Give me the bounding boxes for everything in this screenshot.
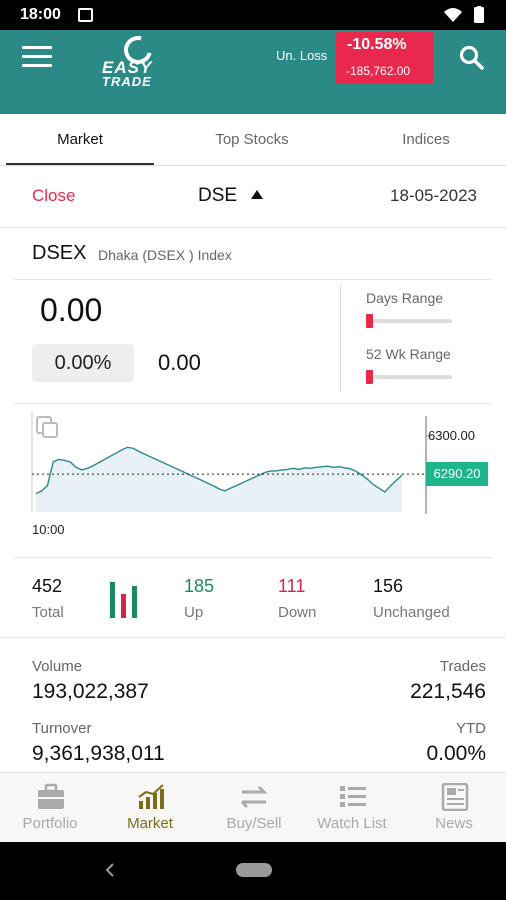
market-date: 18-05-2023: [390, 186, 477, 205]
divider: [340, 286, 341, 392]
nav-news-label: News: [435, 815, 473, 832]
tab-market[interactable]: Market: [6, 114, 154, 166]
market-status-row: Close DSE 18-05-2023: [0, 166, 506, 228]
exchange-selector[interactable]: DSE: [198, 185, 264, 207]
days-range-track: [368, 319, 452, 323]
down-count: 111: [278, 576, 306, 596]
days-range-label: Days Range: [366, 290, 444, 306]
down-label: Down: [278, 604, 317, 621]
logo-text-bottom: TRADE: [102, 74, 152, 89]
unrealized-loss-label: Un. Loss: [276, 48, 328, 63]
ytd-value: 0.00%: [426, 742, 486, 765]
index-value-panel: 0.00 0.00% 0.00 Days Range 52 Wk Range: [14, 280, 492, 404]
volume-value: 193,022,387: [32, 680, 149, 703]
system-navigation-bar: [0, 842, 506, 900]
newspaper-icon: [441, 783, 469, 811]
intraday-chart: [31, 412, 432, 514]
turnover-value: 9,361,938,011: [32, 742, 165, 765]
volume-label: Volume: [32, 658, 83, 675]
up-count: 185: [184, 576, 215, 596]
trades-value: 221,546: [410, 680, 486, 703]
nav-portfolio-label: Portfolio: [22, 815, 78, 832]
back-icon[interactable]: [100, 859, 120, 881]
status-time: 18:00: [20, 6, 61, 23]
chart-area-fill: [36, 447, 402, 512]
easy-trade-logo: EASY TRADE: [100, 30, 176, 90]
app-bar: EASY TRADE Un. Loss -10.58% -185,762.00: [0, 30, 506, 114]
turnover-label: Turnover: [32, 720, 92, 737]
unrealized-loss-amount: -185,762.00: [346, 64, 411, 78]
nav-portfolio[interactable]: Portfolio: [0, 773, 100, 843]
total-count: 452: [32, 576, 63, 596]
market-status: Close: [32, 186, 76, 205]
start-time-label: 10:00: [32, 522, 65, 537]
unrealized-loss-badge[interactable]: -10.58% -185,762.00: [336, 32, 434, 84]
trades-label: Trades: [439, 658, 486, 675]
caret-up-icon: [251, 190, 264, 199]
nav-watch-list[interactable]: Watch List: [302, 773, 402, 843]
candlestick-icon: [110, 582, 137, 618]
52wk-range-track: [368, 375, 452, 379]
advance-decline-row: 452 Total 185 Up 111 Down 156 Unchanged: [0, 558, 506, 638]
nav-buy-sell[interactable]: Buy/Sell: [204, 773, 304, 843]
index-header: DSEX Dhaka (DSEX ) Index: [14, 228, 492, 280]
index-value: 0.00: [40, 292, 103, 328]
index-change-percent: 0.00%: [32, 344, 134, 382]
wifi-battery-icon: [444, 6, 484, 23]
volume-panel: Volume 193,022,387 Trades 221,546 Turnov…: [0, 638, 506, 772]
home-pill[interactable]: [236, 863, 272, 877]
menu-icon[interactable]: [22, 46, 52, 72]
index-name: DSEX: [32, 242, 87, 264]
search-icon[interactable]: [458, 44, 486, 72]
days-range-marker: [366, 314, 373, 328]
upper-price-label: 6300.00: [428, 428, 475, 443]
index-change: 0.00: [158, 350, 201, 375]
nav-news[interactable]: News: [404, 773, 504, 843]
unchanged-label: Unchanged: [373, 604, 450, 621]
unchanged-count: 156: [373, 576, 404, 596]
current-price-tag: 6290.20: [426, 462, 488, 487]
unrealized-loss-percent: -10.58%: [347, 36, 407, 53]
ytd-label: YTD: [456, 720, 486, 737]
image-notification-icon: [78, 8, 93, 22]
exchange-name: DSE: [198, 185, 238, 206]
52wk-range-label: 52 Wk Range: [366, 346, 451, 362]
index-description: Dhaka (DSEX ) Index: [98, 247, 232, 263]
active-tab-indicator: [6, 163, 154, 165]
total-label: Total: [32, 604, 64, 621]
index-chart[interactable]: 6300.00 6290.20 10:00: [14, 404, 492, 558]
nav-market[interactable]: Market: [100, 773, 200, 843]
swap-arrows-icon: [240, 785, 268, 809]
tab-top-stocks[interactable]: Top Stocks: [176, 114, 328, 166]
52wk-range-marker: [366, 370, 373, 384]
status-bar: 18:00: [0, 0, 506, 30]
list-icon: [340, 786, 366, 807]
market-tabs: Market Top Stocks Indices: [0, 114, 506, 166]
briefcase-icon: [38, 783, 64, 809]
nav-buy-sell-label: Buy/Sell: [226, 815, 282, 832]
nav-market-label: Market: [127, 815, 173, 832]
tab-indices[interactable]: Indices: [350, 114, 502, 166]
bottom-navigation: Portfolio Market Buy/Sell Watch List New…: [0, 772, 506, 842]
bar-chart-icon: [138, 784, 164, 809]
up-label: Up: [184, 604, 204, 621]
nav-watch-list-label: Watch List: [317, 815, 387, 832]
